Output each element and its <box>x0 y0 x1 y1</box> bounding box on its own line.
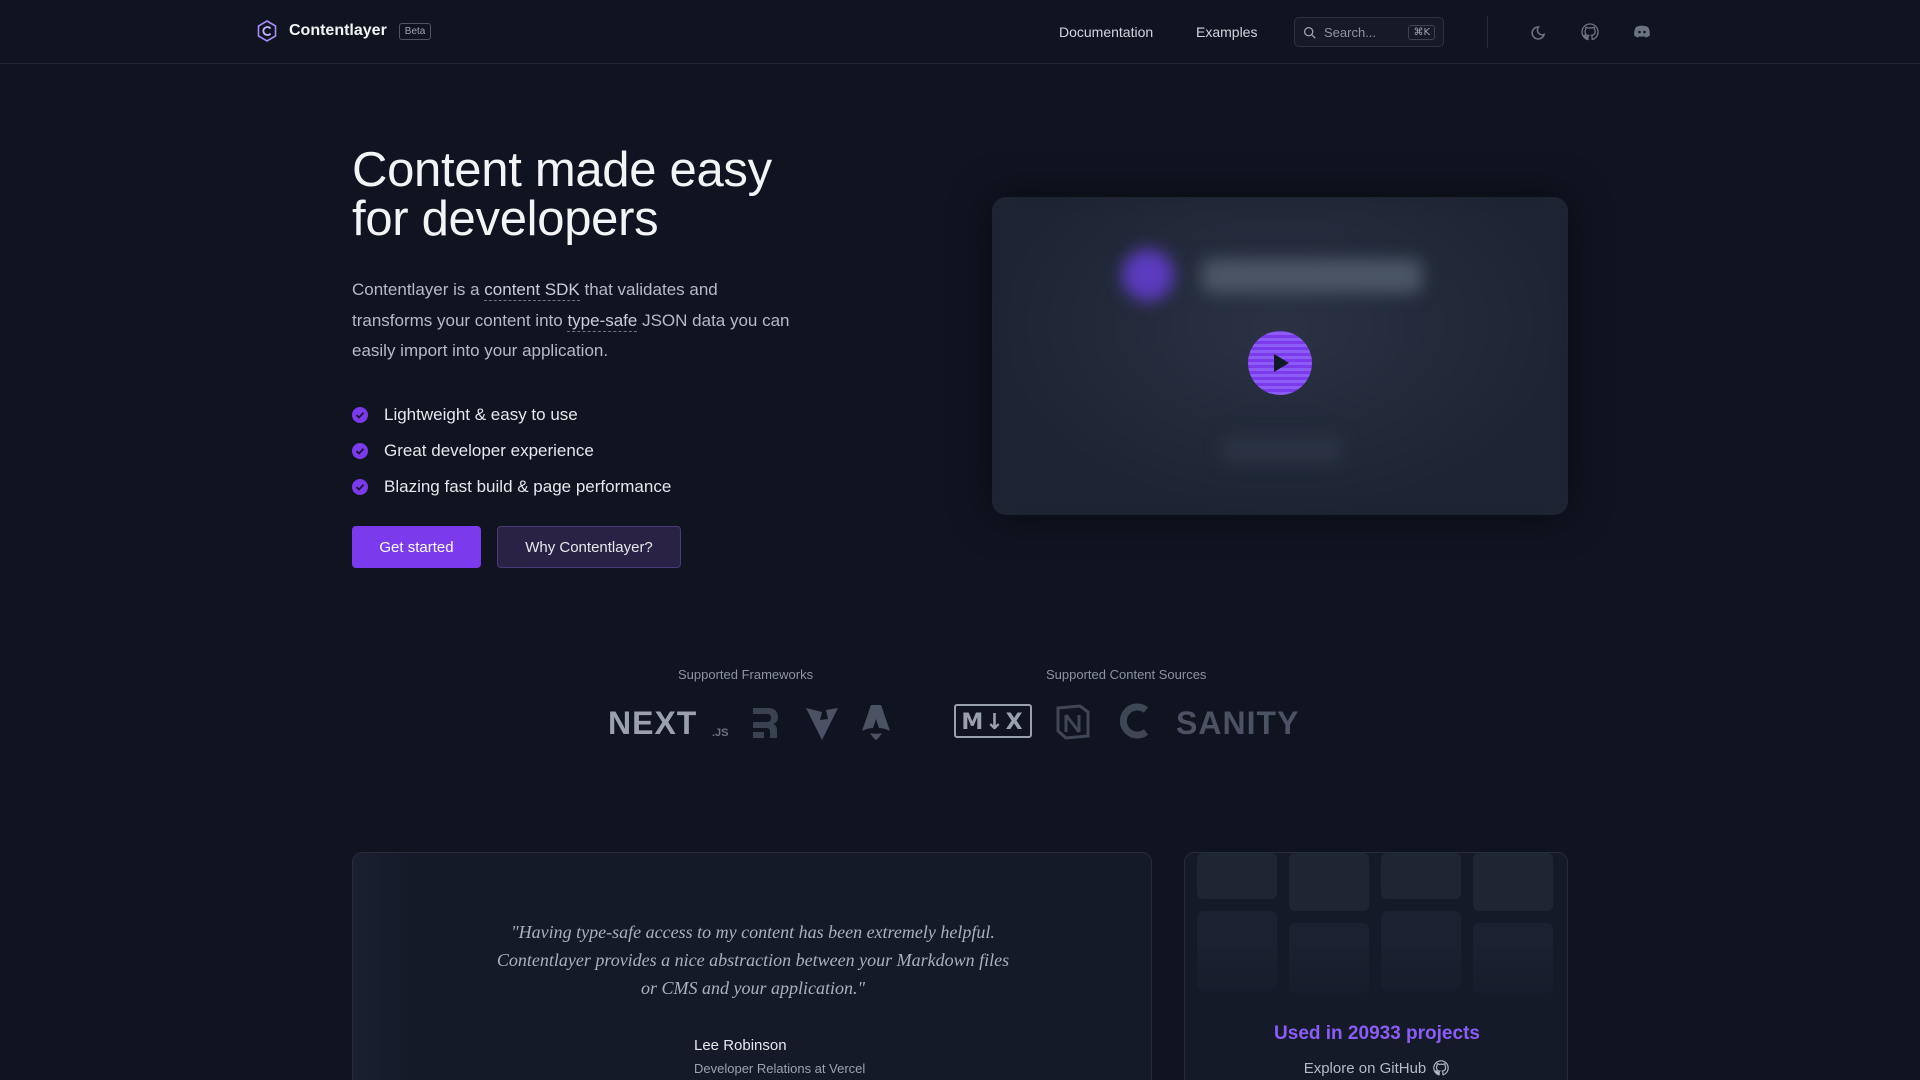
repo-tile <box>1197 853 1277 899</box>
nav-documentation-link[interactable]: Documentation <box>1059 24 1153 40</box>
brand-name: Contentlayer <box>289 22 387 39</box>
supported-frameworks-label: Supported Frameworks <box>678 667 814 682</box>
discord-icon[interactable] <box>1632 22 1652 42</box>
nextjs-logo[interactable]: NEXT .JS <box>608 704 730 740</box>
repo-tile <box>1381 853 1461 899</box>
supported-content-sources-label: Supported Content Sources <box>1046 667 1207 682</box>
tile-fade-overlay <box>1185 943 1567 1023</box>
search-shortcut-badge: ⌘K <box>1408 24 1435 40</box>
search-placeholder: Search... <box>1324 24 1377 40</box>
sanity-logo[interactable]: SANITY <box>1176 704 1312 740</box>
why-contentlayer-button[interactable]: Why Contentlayer? <box>497 526 681 568</box>
testimonial-quote: "Having type-safe access to my content h… <box>496 922 1010 998</box>
nextjs-logo-text: NEXT <box>608 705 697 740</box>
hero-title-line2: for developers <box>352 192 659 246</box>
mdx-logo[interactable]: M↓X <box>954 704 1032 738</box>
astro-logo[interactable] <box>860 702 892 742</box>
hero-description: Contentlayer is a content SDK that valid… <box>352 275 802 367</box>
sanity-logo-text: SANITY <box>1176 705 1299 740</box>
get-started-button[interactable]: Get started <box>352 526 481 568</box>
video-thumbnail-blurred-text <box>1222 437 1342 463</box>
vite-logo[interactable] <box>804 704 840 742</box>
header-divider <box>1487 16 1488 48</box>
beta-badge: Beta <box>398 22 432 40</box>
check-badge-icon <box>352 479 368 495</box>
video-thumbnail-blurred-title <box>1202 259 1422 293</box>
feature-label: Blazing fast build & page performance <box>384 477 672 496</box>
testimonial-card: "Having type-safe access to my content h… <box>352 852 1152 1080</box>
check-badge-icon <box>352 407 368 423</box>
hero-title: Content made easy for developers <box>352 146 852 244</box>
repo-tile <box>1289 853 1369 911</box>
play-button[interactable] <box>1248 331 1312 395</box>
notion-logo[interactable] <box>1054 703 1092 741</box>
github-icon[interactable] <box>1580 22 1600 42</box>
contentlayer-logo-icon <box>257 20 277 42</box>
feature-item: Great developer experience <box>352 433 671 469</box>
search-input[interactable]: Search... ⌘K <box>1294 17 1444 47</box>
theme-toggle-icon[interactable] <box>1530 22 1550 42</box>
brand[interactable]: Contentlayer Beta <box>255 19 432 43</box>
hero-desc-part1: Contentlayer is a <box>352 280 485 299</box>
github-icon <box>1433 1060 1450 1076</box>
intro-video-player[interactable] <box>992 197 1568 515</box>
nextjs-logo-suffix: .JS <box>712 727 729 739</box>
nav-examples-link[interactable]: Examples <box>1196 24 1257 40</box>
feature-item: Lightweight & easy to use <box>352 397 671 433</box>
explore-on-github-link[interactable]: Explore on GitHub <box>1185 1059 1567 1077</box>
explore-on-github-label: Explore on GitHub <box>1303 1059 1427 1077</box>
hero-title-line1: Content made easy <box>352 143 772 197</box>
content-sdk-tooltip-term[interactable]: content SDK <box>484 280 580 301</box>
remix-logo[interactable] <box>750 704 782 742</box>
feature-item: Blazing fast build & page performance <box>352 469 671 505</box>
mdx-logo-text: M↓X <box>961 710 1024 735</box>
top-navigation-bar: Contentlayer Beta Documentation Examples… <box>0 0 1920 64</box>
used-in-projects-count: Used in 20933 projects <box>1274 1023 1480 1044</box>
type-safe-tooltip-term[interactable]: type-safe <box>567 310 638 332</box>
github-usage-card[interactable]: Used in 20933 projects Explore on GitHub <box>1184 852 1568 1080</box>
feature-label: Great developer experience <box>384 441 594 460</box>
contentful-logo[interactable] <box>1116 702 1152 740</box>
repo-tile <box>1473 853 1553 911</box>
play-icon <box>1274 354 1289 372</box>
testimonial-author-role: Developer Relations at Vercel <box>694 1061 866 1076</box>
testimonial-author-name: Lee Robinson <box>694 1037 787 1054</box>
search-icon <box>1303 26 1316 39</box>
feature-list: Lightweight & easy to use Great develope… <box>352 397 671 505</box>
testimonial-card-shade <box>353 853 413 1080</box>
check-badge-icon <box>352 443 368 459</box>
video-thumbnail-blurred-logo <box>1122 249 1174 301</box>
feature-label: Lightweight & easy to use <box>384 405 578 424</box>
